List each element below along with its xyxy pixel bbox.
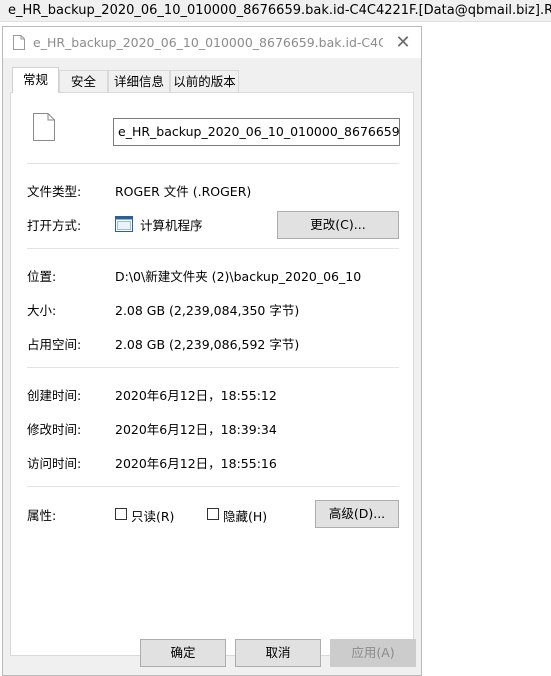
readonly-checkbox[interactable]: [115, 508, 127, 520]
file-type-value: ROGER 文件 (.ROGER): [115, 184, 252, 199]
general-panel: e_HR_backup_2020_06_10_010000_8676659.ba…: [10, 92, 414, 656]
size-label: 大小:: [27, 303, 57, 318]
document-icon: [33, 113, 55, 141]
tab-details-label: 详细信息: [113, 74, 164, 89]
modified-label: 修改时间:: [27, 422, 82, 437]
opens-with-label: 打开方式:: [27, 218, 82, 233]
dialog-title: e_HR_backup_2020_06_10_010000_8676659.ba…: [33, 35, 383, 50]
apply-button-label: 应用(A): [351, 645, 395, 660]
tab-general-label: 常规: [22, 72, 48, 87]
accessed-label: 访问时间:: [27, 456, 82, 471]
file-type-label: 文件类型:: [27, 184, 82, 199]
created-label: 创建时间:: [27, 388, 82, 403]
hidden-label[interactable]: 隐藏(H): [223, 506, 267, 525]
window-app-icon: [115, 216, 133, 232]
change-button[interactable]: 更改(C)...: [277, 211, 399, 239]
tab-general[interactable]: 常规: [12, 67, 59, 93]
created-value: 2020年6月12日，18:55:12: [115, 388, 277, 403]
size-value: 2.08 GB (2,239,084,350 字节): [115, 303, 300, 318]
location-value: D:\0\新建文件夹 (2)\backup_2020_06_10: [115, 269, 362, 284]
cancel-button-label: 取消: [265, 645, 291, 660]
tab-previous-versions-label: 以前的版本: [173, 74, 236, 89]
ok-button[interactable]: 确定: [140, 639, 226, 667]
attributes-label: 属性:: [27, 508, 57, 523]
location-label: 位置:: [27, 269, 57, 284]
accessed-value: 2020年6月12日，18:55:16: [115, 456, 277, 471]
tab-security-label: 安全: [70, 74, 96, 89]
document-icon: [13, 35, 25, 50]
divider: [27, 163, 399, 164]
advanced-button[interactable]: 高级(D)...: [315, 500, 399, 528]
top-filename: e_HR_backup_2020_06_10_010000_8676659.ba…: [8, 3, 551, 18]
readonly-label[interactable]: 只读(R): [131, 506, 174, 525]
divider: [27, 486, 399, 487]
top-filename-bar: e_HR_backup_2020_06_10_010000_8676659.ba…: [0, 0, 551, 22]
apply-button[interactable]: 应用(A): [330, 639, 416, 667]
opens-with-value: 计算机程序: [140, 218, 203, 233]
divider: [27, 248, 399, 249]
advanced-button-label: 高级(D)...: [328, 506, 386, 521]
close-icon: ✕: [395, 32, 411, 53]
ok-button-label: 确定: [170, 645, 196, 660]
tab-security[interactable]: 安全: [59, 70, 108, 92]
tab-details[interactable]: 详细信息: [108, 70, 170, 92]
file-name-field[interactable]: e_HR_backup_2020_06_10_010000_8676659.ba…: [113, 118, 400, 146]
hidden-checkbox[interactable]: [207, 508, 219, 520]
cancel-button[interactable]: 取消: [235, 639, 321, 667]
title-bar: e_HR_backup_2020_06_10_010000_8676659.ba…: [3, 27, 421, 58]
size-on-disk-value: 2.08 GB (2,239,086,592 字节): [115, 337, 300, 352]
tab-previous-versions[interactable]: 以前的版本: [170, 70, 239, 92]
size-on-disk-label: 占用空间:: [27, 337, 82, 352]
properties-dialog: e_HR_backup_2020_06_10_010000_8676659.ba…: [2, 26, 422, 676]
close-button[interactable]: ✕: [385, 27, 421, 58]
divider: [27, 367, 399, 368]
change-button-label: 更改(C)...: [310, 217, 366, 232]
modified-value: 2020年6月12日，18:39:34: [115, 422, 277, 437]
